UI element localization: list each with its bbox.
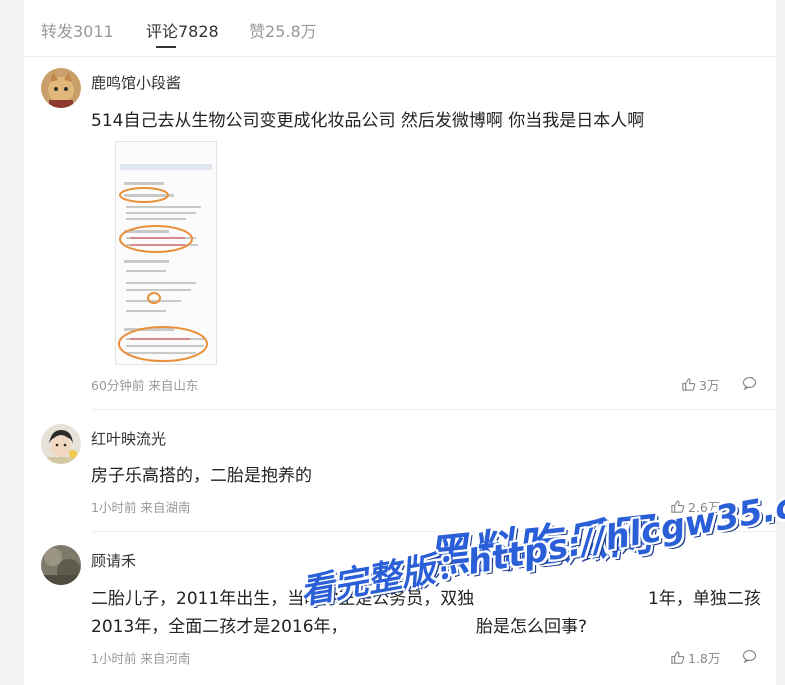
comment-text-line2-end: 胎是怎么回事?	[476, 617, 588, 637]
comment-text-line2: 2013年，全面二孩才是2016年，	[91, 617, 348, 637]
like-button[interactable]: 3万	[681, 375, 719, 394]
thumbs-up-icon	[671, 651, 685, 664]
avatar[interactable]	[41, 68, 81, 108]
avatar-person-icon	[41, 424, 81, 464]
avatar[interactable]	[41, 424, 81, 464]
comment-divider	[91, 409, 776, 410]
thumbs-up-icon	[682, 378, 696, 391]
comment-image[interactable]	[115, 141, 217, 365]
comment-text-line1-end: 1年，单独二孩	[648, 589, 761, 609]
comment-meta: 60分钟前 来自山东	[91, 378, 199, 393]
tab-comments[interactable]: 评论7828	[146, 18, 219, 42]
tab-bar: 转发3011 评论7828 赞25.8万	[24, 0, 776, 57]
avatar-cat-icon	[41, 68, 81, 108]
comment-username[interactable]: 顾请禾	[91, 550, 136, 571]
reply-icon[interactable]	[742, 376, 757, 390]
comment-meta: 1小时前 来自河南	[91, 651, 191, 666]
like-count: 1.8万	[688, 651, 721, 666]
comment-username[interactable]: 红叶映流光	[91, 428, 166, 449]
avatar-landscape-icon	[41, 545, 81, 585]
tab-likes[interactable]: 赞25.8万	[249, 18, 317, 42]
comment-text: 房子乐高搭的，二胎是抱养的	[91, 466, 312, 486]
like-count: 3万	[699, 378, 720, 393]
reply-icon[interactable]	[742, 649, 757, 663]
comment-text: 514自己去从生物公司变更成化妆品公司 然后发微博啊 你当我是日本人啊	[91, 111, 645, 131]
tab-reposts[interactable]: 转发3011	[41, 18, 114, 42]
avatar[interactable]	[41, 545, 81, 585]
screenshot-thumbnail	[116, 142, 216, 364]
like-button[interactable]: 1.8万	[670, 648, 720, 667]
active-tab-indicator	[156, 46, 176, 48]
comment-username[interactable]: 鹿鸣馆小段酱	[91, 72, 181, 93]
comment-meta: 1小时前 来自湖南	[91, 500, 191, 515]
